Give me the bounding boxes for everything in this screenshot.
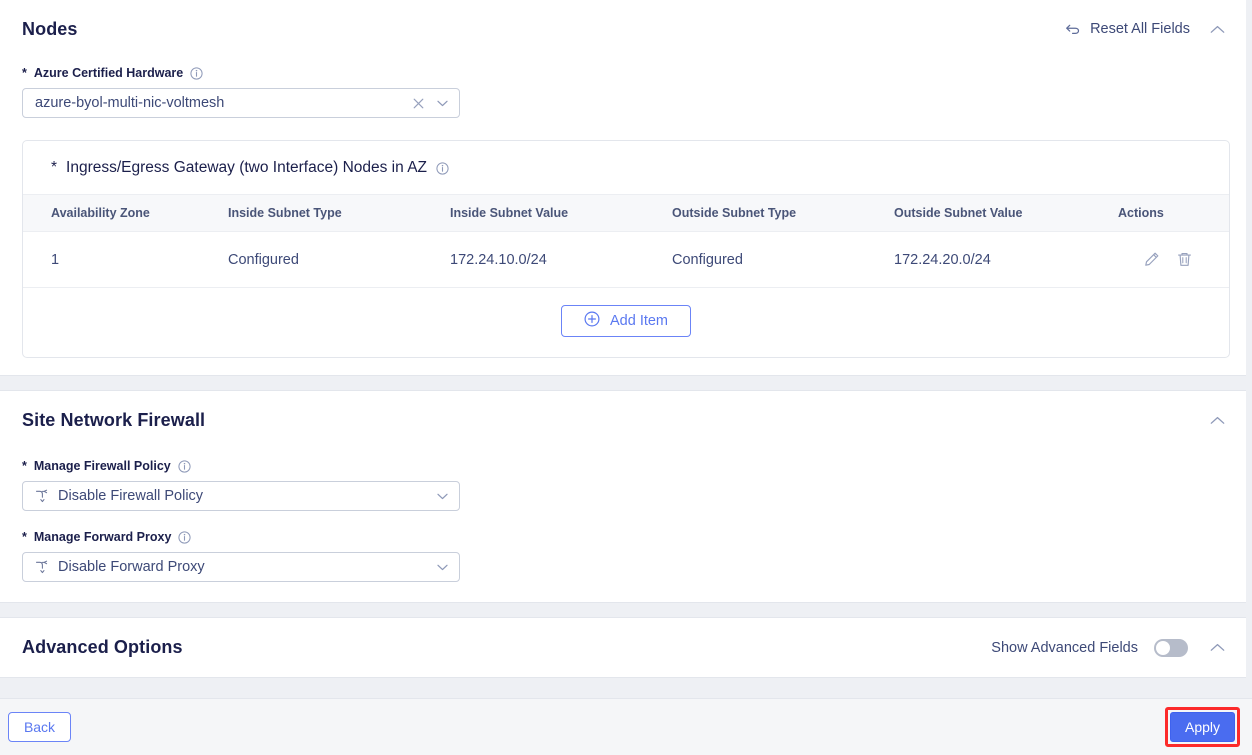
nodes-panel-header: Nodes Reset All Fields bbox=[22, 16, 1230, 42]
branch-arrow-icon bbox=[35, 489, 49, 503]
cell-actions bbox=[1118, 231, 1229, 288]
gateway-nodes-card-title: * Ingress/Egress Gateway (two Interface)… bbox=[23, 141, 1229, 194]
manage-firewall-policy-select[interactable]: Disable Firewall Policy bbox=[22, 481, 460, 511]
trash-icon[interactable] bbox=[1176, 251, 1193, 268]
chevron-up-icon bbox=[1210, 643, 1224, 651]
required-asterisk: * bbox=[51, 159, 58, 176]
info-icon[interactable] bbox=[436, 161, 449, 175]
manage-firewall-policy-label-text: Manage Firewall Policy bbox=[33, 459, 171, 473]
chevron-down-icon[interactable] bbox=[433, 94, 451, 112]
gateway-nodes-table: Availability Zone Inside Subnet Type Ins… bbox=[23, 194, 1229, 288]
advanced-options-panel: Advanced Options Show Advanced Fields bbox=[0, 617, 1252, 678]
show-advanced-fields-toggle[interactable] bbox=[1154, 638, 1188, 657]
table-row: 1 Configured 172.24.10.0/24 Configured 1… bbox=[23, 231, 1229, 288]
azure-certified-hardware-select[interactable]: azure-byol-multi-nic-voltmesh bbox=[22, 88, 460, 118]
chevron-down-icon[interactable] bbox=[433, 487, 451, 505]
manage-forward-proxy-value: Disable Forward Proxy bbox=[58, 559, 205, 575]
required-asterisk: * bbox=[22, 530, 27, 544]
chevron-up-icon bbox=[1210, 416, 1224, 424]
nodes-header-actions: Reset All Fields bbox=[1064, 16, 1230, 42]
azure-certified-hardware-value: azure-byol-multi-nic-voltmesh bbox=[35, 95, 225, 111]
column-header-outside-subnet-type: Outside Subnet Type bbox=[672, 194, 894, 232]
panel-gap-2 bbox=[0, 603, 1252, 617]
manage-forward-proxy-select[interactable]: Disable Forward Proxy bbox=[22, 552, 460, 582]
gateway-nodes-card: * Ingress/Egress Gateway (two Interface)… bbox=[22, 140, 1230, 358]
wizard-footer: Back Apply bbox=[0, 698, 1252, 755]
branch-arrow-icon bbox=[35, 560, 49, 574]
undo-arrow-icon bbox=[1064, 22, 1081, 36]
nodes-panel: Nodes Reset All Fields * Azure Certified… bbox=[0, 0, 1252, 376]
settings-page: Nodes Reset All Fields * Azure Certified… bbox=[0, 0, 1252, 755]
back-button[interactable]: Back bbox=[8, 712, 71, 742]
column-header-inside-subnet-value: Inside Subnet Value bbox=[450, 194, 672, 232]
page-title: Nodes bbox=[22, 18, 78, 39]
cell-outside-subnet-value: 172.24.20.0/24 bbox=[894, 231, 1118, 288]
advanced-options-title: Advanced Options bbox=[22, 637, 183, 657]
info-icon[interactable] bbox=[178, 530, 192, 544]
cell-outside-subnet-type: Configured bbox=[672, 231, 894, 288]
advanced-options-collapse-toggle[interactable] bbox=[1204, 635, 1230, 661]
firewall-collapse-toggle[interactable] bbox=[1204, 407, 1230, 433]
azure-certified-hardware-label-text: Azure Certified Hardware bbox=[33, 66, 184, 80]
manage-forward-proxy-label-text: Manage Forward Proxy bbox=[33, 530, 172, 544]
add-item-button[interactable]: Add Item bbox=[560, 305, 692, 337]
add-item-label: Add Item bbox=[609, 313, 669, 329]
gateway-nodes-title-text: Ingress/Egress Gateway (two Interface) N… bbox=[66, 159, 428, 176]
show-advanced-fields-label: Show Advanced Fields bbox=[991, 639, 1138, 656]
column-header-availability-zone: Availability Zone bbox=[23, 194, 228, 232]
manage-firewall-policy-value: Disable Firewall Policy bbox=[58, 488, 204, 504]
azure-certified-hardware-label: * Azure Certified Hardware bbox=[22, 66, 1230, 80]
firewall-panel-header: Site Network Firewall bbox=[22, 407, 1230, 433]
chevron-up-icon bbox=[1210, 25, 1224, 33]
advanced-options-header: Advanced Options Show Advanced Fields bbox=[22, 618, 1230, 677]
column-header-actions: Actions bbox=[1118, 194, 1229, 232]
chevron-down-icon[interactable] bbox=[433, 558, 451, 576]
reset-all-fields-button[interactable]: Reset All Fields bbox=[1064, 21, 1190, 37]
cell-inside-subnet-value: 172.24.10.0/24 bbox=[450, 231, 672, 288]
firewall-section-title: Site Network Firewall bbox=[22, 409, 206, 430]
table-header-row: Availability Zone Inside Subnet Type Ins… bbox=[23, 194, 1229, 232]
info-icon[interactable] bbox=[178, 459, 191, 473]
cell-availability-zone: 1 bbox=[23, 231, 228, 288]
info-icon[interactable] bbox=[190, 66, 203, 80]
pencil-icon[interactable] bbox=[1143, 251, 1160, 268]
manage-firewall-policy-label: * Manage Firewall Policy bbox=[22, 459, 1230, 473]
reset-all-fields-label: Reset All Fields bbox=[1090, 21, 1190, 37]
apply-button-highlight: Apply bbox=[1165, 707, 1240, 747]
column-header-outside-subnet-value: Outside Subnet Value bbox=[894, 194, 1118, 232]
required-asterisk: * bbox=[22, 66, 27, 80]
close-icon[interactable] bbox=[409, 94, 427, 112]
panel-gap-1 bbox=[0, 376, 1252, 390]
right-edge-scroll-gutter bbox=[1246, 0, 1252, 698]
toggle-knob bbox=[1156, 640, 1170, 655]
nodes-collapse-toggle[interactable] bbox=[1204, 16, 1230, 42]
column-header-inside-subnet-type: Inside Subnet Type bbox=[228, 194, 450, 232]
manage-forward-proxy-label: * Manage Forward Proxy bbox=[22, 530, 1230, 544]
cell-inside-subnet-type: Configured bbox=[228, 231, 450, 288]
add-item-row: Add Item bbox=[23, 288, 1229, 357]
required-asterisk: * bbox=[22, 459, 27, 473]
plus-circle-icon bbox=[584, 311, 600, 331]
advanced-options-controls: Show Advanced Fields bbox=[991, 635, 1230, 661]
site-network-firewall-panel: Site Network Firewall * Manage Firewall … bbox=[0, 390, 1252, 603]
apply-button[interactable]: Apply bbox=[1170, 712, 1235, 742]
